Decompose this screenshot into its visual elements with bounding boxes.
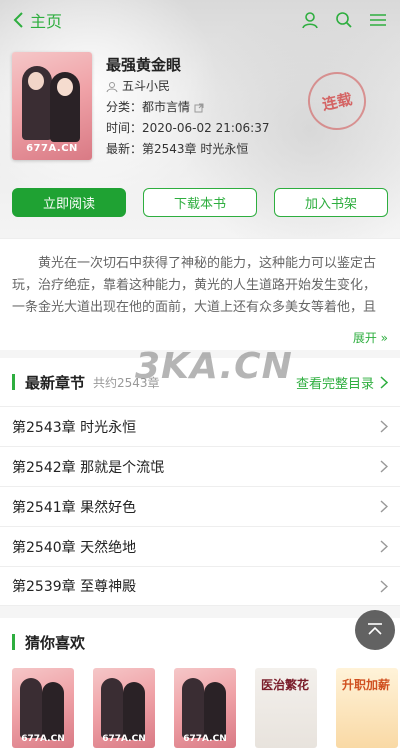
external-link-icon <box>194 103 204 112</box>
recommend-book-cover[interactable]: 677A.CN <box>174 668 236 748</box>
search-icon[interactable] <box>334 10 354 30</box>
section-accent-bar <box>12 634 15 650</box>
chapter-title: 第2542章 那就是个流氓 <box>12 459 165 476</box>
chevron-right-icon <box>380 540 388 553</box>
recommend-book-cover[interactable]: 医治繁花 <box>255 668 317 748</box>
recommend-book-cover[interactable]: 升职加薪 <box>336 668 398 748</box>
chapter-title: 第2540章 天然绝地 <box>12 539 137 556</box>
description-text: 黄光在一次切石中获得了神秘的能力，这种能力可以鉴定古玩，治疗绝症，靠着这种能力，… <box>12 256 377 315</box>
chapter-title: 第2543章 时光永恒 <box>12 419 137 436</box>
status-stamp-text: 连载 <box>320 89 354 114</box>
full-catalog-link[interactable]: 查看完整目录 <box>296 373 388 392</box>
category-label: 分类： <box>106 100 143 114</box>
chevron-right-icon <box>380 420 388 433</box>
book-cover[interactable]: 677A.CN <box>12 52 92 160</box>
chapter-title: 第2539章 至尊神殿 <box>12 579 137 595</box>
chapter-item[interactable]: 第2541章 果然好色 <box>0 486 400 526</box>
top-bar: 主页 <box>0 0 400 42</box>
section-divider <box>0 350 400 358</box>
recommend-book-cover[interactable]: 677A.CN <box>12 668 74 748</box>
time-value: 2020-06-02 21:06:37 <box>142 121 270 135</box>
full-catalog-label: 查看完整目录 <box>295 376 374 392</box>
chevron-right-icon <box>380 500 388 513</box>
section-accent-bar <box>12 374 15 390</box>
book-hero: 主页 677A.CN 最强黄金眼 五斗小民 分类： 都市言情 时间： 2020-… <box>0 0 400 238</box>
read-now-button[interactable]: 立即阅读 <box>12 188 126 217</box>
action-buttons: 立即阅读 下载本书 加入书架 <box>12 188 388 217</box>
book-latest[interactable]: 最新： 第2543章 时光永恒 <box>106 139 376 160</box>
recommend-heading: 猜你喜欢 <box>25 633 86 652</box>
chapter-item[interactable]: 第2540章 天然绝地 <box>0 526 400 566</box>
cover-watermark: 677A.CN <box>102 734 146 744</box>
chapter-count: 共约2543章 <box>93 375 160 390</box>
expand-label: 展开 <box>352 331 377 345</box>
chapter-item[interactable]: 第2543章 时光永恒 <box>0 406 400 446</box>
add-to-shelf-button[interactable]: 加入书架 <box>274 188 388 217</box>
time-label: 时间： <box>106 121 143 135</box>
latest-chapter-link[interactable]: 第2543章 时光永恒 <box>142 139 248 160</box>
chevron-right-icon <box>380 460 388 473</box>
latest-chapters-header: 最新章节 共约2543章 查看完整目录 <box>0 358 400 406</box>
author-icon <box>106 81 118 92</box>
chapter-list: 第2543章 时光永恒 第2542章 那就是个流氓 第2541章 果然好色 第2… <box>0 406 400 606</box>
download-button[interactable]: 下载本书 <box>143 188 257 217</box>
recommend-header: 猜你喜欢 <box>0 618 400 666</box>
cover-title: 医治繁花 <box>261 678 310 692</box>
book-description: 黄光在一次切石中获得了神秘的能力，这种能力可以鉴定古玩，治疗绝症，靠着这种能力，… <box>0 238 400 350</box>
back-to-top-button[interactable] <box>355 610 395 650</box>
chevron-left-icon <box>13 12 23 28</box>
latest-label: 最新： <box>106 142 143 156</box>
chapter-item[interactable]: 第2542章 那就是个流氓 <box>0 446 400 486</box>
recommend-list: 677A.CN 677A.CN 677A.CN 医治繁花 升职加薪 <box>0 668 400 748</box>
home-back-button[interactable]: 主页 <box>12 8 62 32</box>
cover-watermark: 677A.CN <box>21 734 65 744</box>
latest-chapters-heading: 最新章节 <box>25 373 86 392</box>
chapter-title: 第2541章 果然好色 <box>12 499 137 516</box>
chapter-item[interactable]: 第2539章 至尊神殿 <box>0 566 400 606</box>
cover-title: 升职加薪 <box>342 678 391 692</box>
chevron-right-icon <box>380 375 388 389</box>
book-info: 677A.CN 最强黄金眼 五斗小民 分类： 都市言情 时间： 2020-06-… <box>12 52 376 160</box>
cover-watermark: 677A.CN <box>26 143 78 154</box>
chevron-right-icon <box>380 579 388 593</box>
back-to-top-icon <box>368 623 382 635</box>
recommend-book-cover[interactable]: 677A.CN <box>93 668 155 748</box>
section-divider <box>0 606 400 618</box>
category-link[interactable]: 都市言情 <box>142 97 190 118</box>
author-name: 五斗小民 <box>122 79 171 93</box>
menu-icon[interactable] <box>368 10 388 30</box>
chevron-down-icon: » <box>380 331 388 345</box>
user-icon[interactable] <box>300 10 320 30</box>
cover-watermark: 677A.CN <box>183 734 227 744</box>
expand-button[interactable]: 展开 » <box>353 327 388 349</box>
home-label: 主页 <box>30 12 63 31</box>
